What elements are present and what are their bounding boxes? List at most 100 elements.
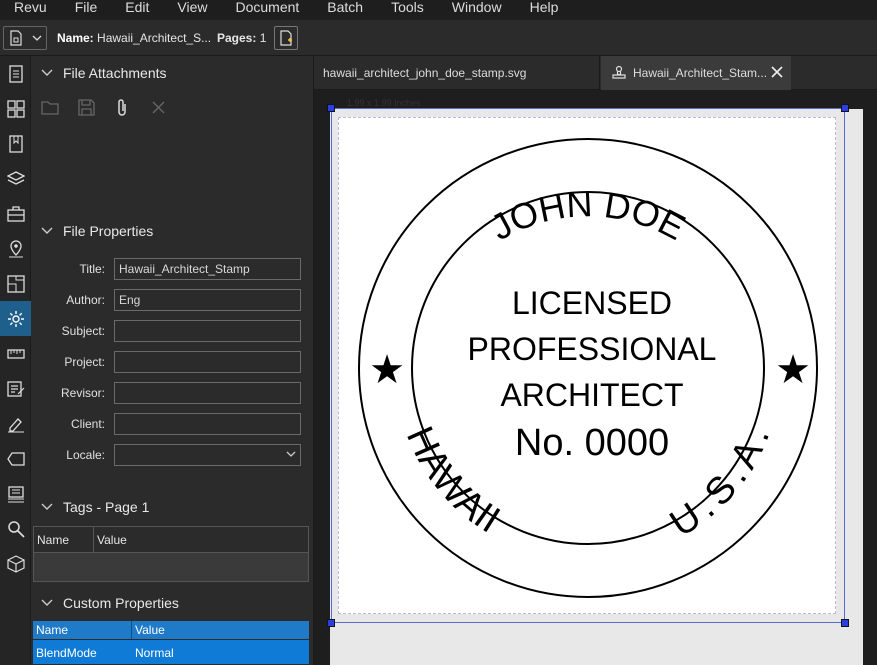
custom-table-header: Name Value xyxy=(33,621,309,639)
tab-svg-file[interactable]: hawaii_architect_john_doe_stamp.svg xyxy=(314,56,600,90)
chevron-down-icon xyxy=(41,69,53,77)
author-field[interactable] xyxy=(114,289,301,311)
attachments-title: File Attachments xyxy=(63,65,167,81)
3d-icon[interactable] xyxy=(0,546,31,581)
menu-batch[interactable]: Batch xyxy=(313,0,377,14)
document-name: Name: Hawaii_Architect_S... xyxy=(57,31,211,45)
title-label: Title: xyxy=(79,262,105,276)
prop-row-client: Client: xyxy=(31,413,314,435)
menu-view[interactable]: View xyxy=(163,0,221,14)
title-field[interactable] xyxy=(114,258,301,280)
markups-list-icon[interactable] xyxy=(0,371,31,406)
tags-col-value[interactable]: Value xyxy=(94,527,308,552)
tab-label: hawaii_architect_john_doe_stamp.svg xyxy=(323,66,527,80)
panel-icon-bar xyxy=(0,56,31,665)
menu-edit[interactable]: Edit xyxy=(111,0,163,14)
chevron-down-icon xyxy=(286,451,296,457)
stamp-line-4: No. 0000 xyxy=(515,422,669,464)
tags-col-name[interactable]: Name xyxy=(34,527,94,552)
tags-title: Tags - Page 1 xyxy=(63,499,150,515)
file-properties-title: File Properties xyxy=(63,223,154,239)
custom-properties-table: Name Value BlendMode Normal xyxy=(33,621,309,664)
project-label: Project: xyxy=(64,355,105,369)
new-document-button[interactable] xyxy=(274,26,298,50)
revisor-label: Revisor: xyxy=(60,386,105,400)
toolbox-icon[interactable] xyxy=(0,196,31,231)
save-icon[interactable] xyxy=(75,96,97,118)
attachments-header[interactable]: File Attachments xyxy=(41,65,167,81)
prop-row-author: Author: xyxy=(31,289,314,311)
stamp-graphic: JOHN DOE HAWAII U.S.A. ★ ★ LICENSED PROF… xyxy=(358,138,818,598)
prop-row-subject: Subject: xyxy=(31,320,314,342)
architect-stamp[interactable]: JOHN DOE HAWAII U.S.A. ★ ★ LICENSED PROF… xyxy=(338,117,836,614)
open-folder-icon[interactable] xyxy=(39,96,61,118)
document-icon xyxy=(9,30,22,46)
bookmarks-icon[interactable] xyxy=(0,126,31,161)
layers-icon[interactable] xyxy=(0,161,31,196)
menu-window[interactable]: Window xyxy=(438,0,516,14)
menu-revu[interactable]: Revu xyxy=(0,0,61,14)
client-field[interactable] xyxy=(114,413,301,435)
close-icon[interactable] xyxy=(771,66,783,81)
document-tabs: hawaii_architect_john_doe_stamp.svg Hawa… xyxy=(314,56,877,90)
menu-document[interactable]: Document xyxy=(221,0,313,14)
star-left-icon: ★ xyxy=(369,347,405,393)
stamp-line-2: PROFESSIONAL xyxy=(468,331,717,367)
panels-icon[interactable] xyxy=(0,91,31,126)
resize-handle-tr[interactable] xyxy=(841,104,849,112)
author-label: Author: xyxy=(66,293,105,307)
tags-header[interactable]: Tags - Page 1 xyxy=(41,499,149,515)
chevron-down-icon xyxy=(32,35,41,41)
chevron-down-icon xyxy=(41,503,53,511)
tags-table-body xyxy=(34,553,308,581)
star-right-icon: ★ xyxy=(775,347,811,393)
places-icon[interactable] xyxy=(0,231,31,266)
prop-row-locale: Locale: xyxy=(31,444,314,466)
custom-col-name[interactable]: Name xyxy=(33,621,132,639)
file-toolbar: Name: Hawaii_Architect_S... Pages: 1 xyxy=(0,20,877,56)
menu-tools[interactable]: Tools xyxy=(377,0,438,14)
new-page-icon xyxy=(280,30,292,46)
resize-handle-bl[interactable] xyxy=(327,619,335,627)
project-field[interactable] xyxy=(114,351,301,373)
resize-handle-br[interactable] xyxy=(841,619,849,627)
row-value: Normal xyxy=(135,646,174,660)
attach-icon[interactable] xyxy=(111,96,133,118)
custom-properties-title: Custom Properties xyxy=(63,595,179,611)
menu-file[interactable]: File xyxy=(61,0,112,14)
custom-properties-header[interactable]: Custom Properties xyxy=(41,595,179,611)
prop-row-title: Title: xyxy=(31,258,314,280)
document-dropdown[interactable] xyxy=(3,26,47,50)
table-row[interactable]: BlendMode Normal xyxy=(33,640,309,664)
name-value: Hawaii_Architect_S... xyxy=(97,31,212,45)
locale-select[interactable] xyxy=(114,444,301,466)
attachments-toolbar xyxy=(39,96,169,118)
revisor-field[interactable] xyxy=(114,382,301,404)
prop-row-revisor: Revisor: xyxy=(31,382,314,404)
size-label: 1.99 x 1.99 Inches xyxy=(347,98,421,108)
pages-value: 1 xyxy=(259,31,267,45)
name-label: Name: xyxy=(57,31,94,45)
locale-label: Locale: xyxy=(66,448,105,462)
tab-label: Hawaii_Architect_Stam... xyxy=(633,66,768,80)
page-count: Pages: 1 xyxy=(217,31,266,45)
stamp-line-1: LICENSED xyxy=(512,285,672,321)
properties-panel: File Attachments File Properties Title: … xyxy=(31,56,314,665)
search-icon[interactable] xyxy=(0,511,31,546)
client-label: Client: xyxy=(70,417,105,431)
tags-icon[interactable] xyxy=(0,441,31,476)
file-properties-header[interactable]: File Properties xyxy=(41,223,153,239)
tab-stamp-file[interactable]: Hawaii_Architect_Stam... xyxy=(601,56,791,90)
delete-icon[interactable] xyxy=(147,96,169,118)
measurements-icon[interactable] xyxy=(0,336,31,371)
thumbnails-icon[interactable] xyxy=(0,56,31,91)
menu-help[interactable]: Help xyxy=(516,0,573,14)
signatures-icon[interactable] xyxy=(0,406,31,441)
prop-row-project: Project: xyxy=(31,351,314,373)
forms-icon[interactable] xyxy=(0,266,31,301)
subject-field[interactable] xyxy=(114,320,301,342)
resize-handle-tl[interactable] xyxy=(327,104,335,112)
stamps-icon[interactable] xyxy=(0,476,31,511)
custom-col-value[interactable]: Value xyxy=(132,621,309,639)
properties-icon[interactable] xyxy=(0,301,31,336)
